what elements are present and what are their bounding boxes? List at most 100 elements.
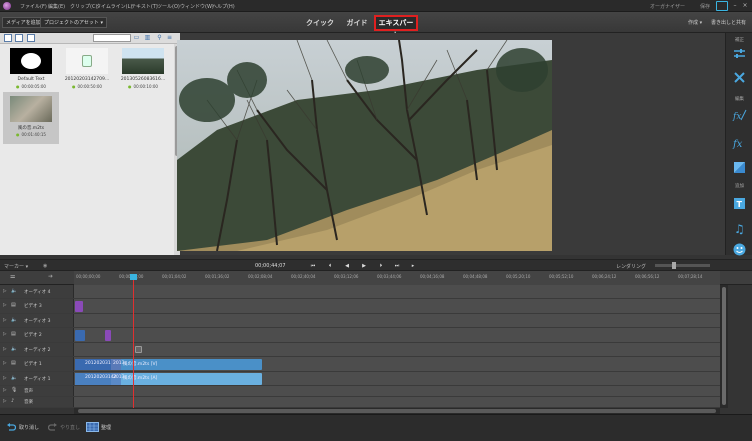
collapse-icon[interactable]: ▷ xyxy=(3,399,6,404)
graphics-icon[interactable] xyxy=(732,242,747,257)
menu-help[interactable]: ヘルプ(H) xyxy=(212,3,235,10)
media-name: 20130526083616... xyxy=(120,77,166,82)
playhead-handle[interactable] xyxy=(130,274,137,280)
media-item[interactable]: 20120203142709... 00:00:50:00 xyxy=(59,44,115,96)
adjust-sliders-icon[interactable] xyxy=(732,46,747,61)
save-link[interactable]: 保存 xyxy=(700,3,710,10)
collapse-icon[interactable]: ▷ xyxy=(3,361,6,366)
collapse-icon[interactable]: ▷ xyxy=(3,303,6,308)
video-preview[interactable] xyxy=(177,40,552,251)
track-row[interactable]: ▷ ▤ ビデオ 3 xyxy=(0,299,720,314)
audio-clip[interactable]: 20120203142 2013 風の音.m2ts [A] xyxy=(75,373,262,385)
menu-window[interactable]: ウィンドウ(W) xyxy=(180,3,214,10)
ruler-label: 00;02;40;04 xyxy=(291,274,316,279)
clip[interactable] xyxy=(75,301,83,312)
wrench-icon[interactable]: ⚲ xyxy=(156,34,163,42)
collapse-icon[interactable]: ▷ xyxy=(3,289,6,294)
timeline-settings-icon[interactable]: ⚌ xyxy=(10,273,15,280)
timeline-ruler[interactable]: ⚌ ➜ 00;00;00;00 00;00;32;00 00;01;04;02 … xyxy=(0,271,752,285)
music-icon[interactable]: ♫ xyxy=(732,220,747,235)
menu-text[interactable]: テキスト(T) xyxy=(131,3,158,10)
film-filter-icon[interactable] xyxy=(15,34,23,42)
effects-icon[interactable]: fx xyxy=(732,135,747,150)
search-input[interactable] xyxy=(93,34,131,42)
assets-toolbar: ▭ ▥ ⚲ ≡ xyxy=(0,33,180,44)
trash-icon[interactable]: ▥ xyxy=(144,34,151,42)
collapse-icon[interactable]: ▷ xyxy=(3,347,6,352)
track-row[interactable]: ▷ 🔈 オーディオ 3 xyxy=(0,314,720,328)
organizer-button[interactable]: 整理 xyxy=(101,422,111,434)
menu-timeline[interactable]: タイムライン(L) xyxy=(96,3,132,10)
track-row[interactable]: ▷ ♪ 音楽 xyxy=(0,397,720,408)
collapse-icon[interactable]: ▷ xyxy=(3,388,6,393)
title-text-icon[interactable]: T xyxy=(732,196,747,211)
tools-icon[interactable] xyxy=(732,70,747,85)
applied-effects-icon[interactable] xyxy=(732,160,747,175)
track-row[interactable]: ▷ ▤ ビデオ 1 201202031 2013 風の音.m2ts [V] xyxy=(0,357,720,372)
undo-button[interactable]: 取り消し xyxy=(19,422,39,434)
undo-icon[interactable] xyxy=(6,422,16,432)
timeline-help-icon[interactable]: ◉ xyxy=(43,263,47,269)
menu-clip[interactable]: クリップ(C) xyxy=(70,3,97,10)
organizer-icon[interactable] xyxy=(86,422,99,432)
clip[interactable] xyxy=(135,346,142,353)
clip[interactable] xyxy=(75,330,85,341)
go-to-end-icon[interactable]: ⏭ xyxy=(393,262,401,270)
rewind-icon[interactable]: ◀ xyxy=(343,262,351,270)
timecode-display: 00;00;44;07 xyxy=(255,263,286,269)
step-forward-icon[interactable]: ⏵ xyxy=(377,262,385,270)
render-button[interactable]: レンダリング xyxy=(616,263,646,270)
media-item[interactable]: Default Text 00:00:05:00 xyxy=(3,44,59,96)
track-row[interactable]: ▷ ▤ ビデオ 2 xyxy=(0,328,720,343)
collapse-icon[interactable]: ▷ xyxy=(3,332,6,337)
play-icon[interactable]: ▶ xyxy=(360,262,368,270)
media-name: Default Text xyxy=(17,77,45,82)
speaker-icon: 🔈 xyxy=(11,346,18,352)
create-dropdown[interactable]: 作成 ▾ xyxy=(688,19,702,26)
track-row[interactable]: ▷ 🔈 オーディオ 1 20120203142 2013 風の音.m2ts [A] xyxy=(0,372,720,386)
menu-tools[interactable]: ツール(O) xyxy=(157,3,180,10)
ruler-label: 00;07;28;14 xyxy=(678,274,703,279)
menu-file[interactable]: ファイル(F) xyxy=(20,3,47,10)
transitions-icon[interactable]: fx xyxy=(732,108,747,123)
track-row[interactable]: ▷ 🔈 オーディオ 2 xyxy=(0,343,720,357)
media-item[interactable]: 20130526083616... 00:00:10:00 xyxy=(115,44,171,96)
organizer-link[interactable]: オーガナイザー xyxy=(650,3,685,10)
ruler-arrow-icon[interactable]: ➜ xyxy=(48,273,53,280)
view-icon[interactable] xyxy=(4,34,12,42)
step-back-icon[interactable]: ⏴ xyxy=(326,262,334,270)
redo-icon[interactable] xyxy=(48,422,58,432)
share-button[interactable]: 書き出しと共有 xyxy=(711,19,746,26)
close-icon[interactable]: × xyxy=(741,2,749,10)
fast-forward-icon[interactable]: ▸ xyxy=(409,262,417,270)
go-to-start-icon[interactable]: ⏮ xyxy=(309,262,317,270)
media-thumbnail xyxy=(122,48,164,74)
track-row[interactable]: ▷ 🎙 音声 xyxy=(0,386,720,397)
menu-edit[interactable]: 編集(E) xyxy=(48,3,65,10)
media-item[interactable]: 風の音.m2ts 00:01:40:15 xyxy=(3,92,59,144)
folder-icon[interactable]: ▭ xyxy=(133,34,140,42)
media-name: 風の音.m2ts xyxy=(17,126,45,131)
playhead-line[interactable] xyxy=(133,276,134,412)
ruler-label: 00;04;48;08 xyxy=(463,274,488,279)
track-row[interactable]: ▷ 🔈 オーディオ 4 xyxy=(0,285,720,299)
video-clip[interactable]: 201202031 2013 風の音.m2ts [V] xyxy=(75,359,262,370)
list-icon[interactable]: ≡ xyxy=(166,34,173,42)
tab-expert[interactable]: エキスパート xyxy=(374,15,418,39)
tab-guided[interactable]: ガイド xyxy=(344,15,370,31)
menu-bar: ファイル(F) 編集(E) クリップ(C) タイムライン(L) テキスト(T) … xyxy=(0,0,752,12)
minimize-icon[interactable]: – xyxy=(731,2,739,10)
tab-quick[interactable]: クイック xyxy=(305,15,335,31)
project-assets-dropdown[interactable]: プロジェクトのアセット ▾ xyxy=(40,17,108,28)
clip[interactable] xyxy=(105,330,111,341)
redo-button[interactable]: やり直し xyxy=(60,422,80,434)
collapse-icon[interactable]: ▷ xyxy=(3,318,6,323)
timeline-vertical-scrollbar[interactable] xyxy=(720,285,728,408)
marker-dropdown[interactable]: マーカー ▾ xyxy=(4,263,28,270)
clip-label: 風の音.m2ts [V] xyxy=(123,362,158,367)
collapse-icon[interactable]: ▷ xyxy=(3,376,6,381)
media-thumbnail xyxy=(10,48,52,74)
zoom-slider[interactable] xyxy=(655,262,710,269)
audio-filter-icon[interactable] xyxy=(27,34,35,42)
help-icon[interactable] xyxy=(716,1,728,11)
